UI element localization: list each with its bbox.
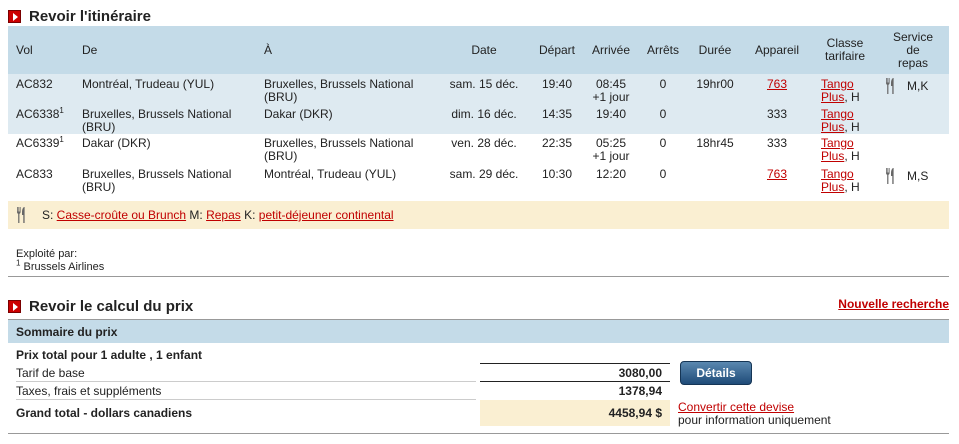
pricing-section-header: Revoir le calcul du prix bbox=[8, 297, 193, 315]
fork-knife-icon bbox=[886, 78, 894, 94]
departure-time: 19:40 bbox=[529, 74, 585, 105]
col-arrets: Arrêts bbox=[637, 26, 689, 74]
aircraft-link[interactable]: 763 bbox=[741, 74, 813, 105]
red-arrow-icon bbox=[8, 9, 21, 23]
duration: 18hr45 bbox=[689, 134, 741, 165]
continental-breakfast-link[interactable]: petit-déjeuner continental bbox=[259, 208, 394, 222]
price-summary-bar: Sommaire du prix bbox=[8, 319, 949, 343]
arrival-time: 08:45 +1 jour bbox=[585, 74, 637, 105]
stops: 0 bbox=[637, 74, 689, 105]
origin: Bruxelles, Brussels National (BRU) bbox=[74, 105, 256, 134]
col-de: De bbox=[74, 26, 256, 74]
divider bbox=[8, 433, 949, 434]
destination: Montréal, Trudeau (YUL) bbox=[256, 165, 439, 197]
col-service: Service de repas bbox=[877, 26, 949, 74]
meal-service: M,S bbox=[877, 165, 949, 197]
itinerary-table: Vol De À Date Départ Arrivée Arrêts Duré… bbox=[8, 26, 949, 197]
col-date: Date bbox=[439, 26, 529, 74]
table-row: AC832 Montréal, Trudeau (YUL) Bruxelles,… bbox=[8, 74, 949, 105]
flight-number: AC63391 bbox=[8, 134, 74, 165]
stops: 0 bbox=[637, 134, 689, 165]
flight-number: AC63381 bbox=[8, 105, 74, 134]
fork-knife-icon bbox=[17, 207, 25, 223]
taxes-value: 1378,94 bbox=[618, 384, 662, 398]
flight-date: dim. 16 déc. bbox=[439, 105, 529, 134]
meal-service: M,K bbox=[877, 74, 949, 105]
departure-time: 22:35 bbox=[529, 134, 585, 165]
destination: Bruxelles, Brussels National (BRU) bbox=[256, 134, 439, 165]
meal-service bbox=[877, 134, 949, 165]
table-row: AC833 Bruxelles, Brussels National (BRU) … bbox=[8, 165, 949, 197]
destination: Dakar (DKR) bbox=[256, 105, 439, 134]
aircraft: 333 bbox=[741, 105, 813, 134]
base-fare-row: Tarif de base 3080,00 bbox=[8, 364, 949, 382]
col-vol: Vol bbox=[8, 26, 74, 74]
arrival-time: 05:25 +1 jour bbox=[585, 134, 637, 165]
new-search-link[interactable]: Nouvelle recherche bbox=[838, 297, 949, 311]
itinerary-section-header: Revoir l'itinéraire bbox=[8, 7, 151, 25]
origin: Dakar (DKR) bbox=[74, 134, 256, 165]
duration: 19hr00 bbox=[689, 74, 741, 105]
aircraft: 333 bbox=[741, 134, 813, 165]
destination: Bruxelles, Brussels National (BRU) bbox=[256, 74, 439, 105]
currency-converter: Convertir cette devise pour information … bbox=[678, 400, 831, 427]
details-button[interactable]: Détails bbox=[680, 361, 752, 385]
flight-date: ven. 28 déc. bbox=[439, 134, 529, 165]
col-a: À bbox=[256, 26, 439, 74]
arrival-time: 19:40 bbox=[585, 105, 637, 134]
col-appareil: Appareil bbox=[741, 26, 813, 74]
flight-date: sam. 29 déc. bbox=[439, 165, 529, 197]
duration bbox=[689, 165, 741, 197]
departure-time: 10:30 bbox=[529, 165, 585, 197]
passenger-summary: Prix total pour 1 adulte , 1 enfant bbox=[8, 346, 949, 364]
itinerary-title: Revoir l'itinéraire bbox=[29, 7, 151, 25]
fare-class[interactable]: Tango Plus, H bbox=[813, 105, 877, 134]
flight-number: AC833 bbox=[8, 165, 74, 197]
arrival-time: 12:20 bbox=[585, 165, 637, 197]
snack-brunch-link[interactable]: Casse-croûte ou Brunch bbox=[57, 208, 186, 222]
fare-class[interactable]: Tango Plus, H bbox=[813, 134, 877, 165]
col-depart: Départ bbox=[529, 26, 585, 74]
operated-by-note: Exploité par: 1 Brussels Airlines bbox=[16, 248, 105, 273]
table-header-row: Vol De À Date Départ Arrivée Arrêts Duré… bbox=[8, 26, 949, 74]
origin: Montréal, Trudeau (YUL) bbox=[74, 74, 256, 105]
taxes-row: Taxes, frais et suppléments 1378,94 bbox=[8, 382, 949, 400]
meal-link[interactable]: Repas bbox=[206, 208, 241, 222]
aircraft-link[interactable]: 763 bbox=[741, 165, 813, 197]
base-fare-value: 3080,00 bbox=[618, 366, 662, 380]
pricing-title: Revoir le calcul du prix bbox=[29, 297, 194, 315]
duration bbox=[689, 105, 741, 134]
flight-number: AC832 bbox=[8, 74, 74, 105]
table-row: AC63391 Dakar (DKR) Bruxelles, Brussels … bbox=[8, 134, 949, 165]
stops: 0 bbox=[637, 165, 689, 197]
col-classe: Classe tarifaire bbox=[813, 26, 877, 74]
flight-date: sam. 15 déc. bbox=[439, 74, 529, 105]
fork-knife-icon bbox=[886, 168, 894, 184]
fare-class[interactable]: Tango Plus, H bbox=[813, 74, 877, 105]
fare-class[interactable]: Tango Plus, H bbox=[813, 165, 877, 197]
grand-total-value: 4458,94 $ bbox=[608, 406, 662, 420]
divider bbox=[8, 276, 949, 277]
stops: 0 bbox=[637, 105, 689, 134]
table-row: AC63381 Bruxelles, Brussels National (BRU… bbox=[8, 105, 949, 134]
col-duree: Durée bbox=[689, 26, 741, 74]
departure-time: 14:35 bbox=[529, 105, 585, 134]
origin: Bruxelles, Brussels National (BRU) bbox=[74, 165, 256, 197]
meal-service bbox=[877, 105, 949, 134]
meal-legend: S: Casse-croûte ou Brunch M: Repas K: pe… bbox=[8, 201, 949, 229]
convert-currency-link[interactable]: Convertir cette devise bbox=[678, 400, 794, 414]
col-arrivee: Arrivée bbox=[585, 26, 637, 74]
red-arrow-icon bbox=[8, 299, 21, 313]
